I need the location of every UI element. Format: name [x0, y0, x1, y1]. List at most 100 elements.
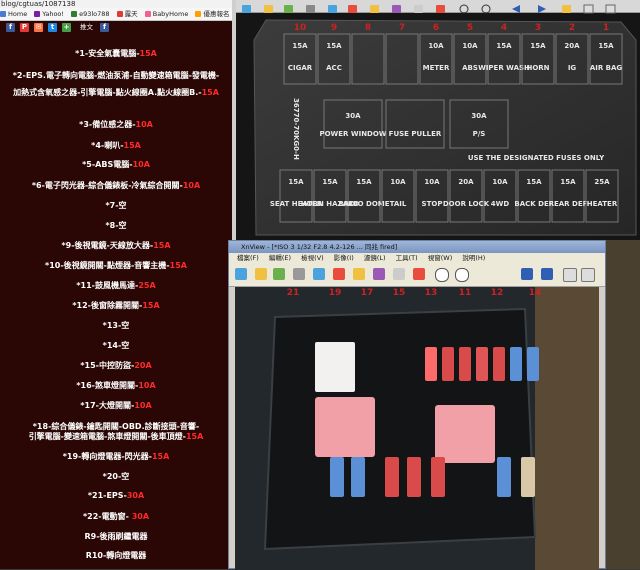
fuse-list-line: *14-空: [0, 340, 232, 351]
bookmark-promo[interactable]: 優惠報名: [195, 8, 229, 20]
zoom-icon[interactable]: [455, 268, 469, 282]
full-icon[interactable]: [393, 268, 405, 280]
fuse-desc: *16-煞車燈開關-: [76, 381, 139, 390]
save-file-icon[interactable]: [273, 268, 285, 280]
cover-slot-number: 8: [365, 23, 371, 33]
fuse-cover-photo: 15A CIGAR 15A ACC 10A METER 10A ABS 15A WIPER WAS…: [236, 0, 640, 240]
slideshow-icon[interactable]: [348, 5, 357, 13]
settings-icon[interactable]: [392, 5, 401, 13]
share-icon[interactable]: +: [62, 23, 71, 32]
next-icon[interactable]: [538, 5, 546, 13]
twitter-icon[interactable]: t: [48, 23, 57, 32]
top-fuse: [442, 347, 454, 381]
bookmark-e93[interactable]: e93lo788: [71, 8, 110, 20]
zoom-out-icon[interactable]: [481, 4, 491, 14]
fuse-list-line: *6-電子閃光器-綜合儀錶板-冷氣綜合開關-10A: [0, 180, 232, 191]
scan-icon[interactable]: [328, 5, 337, 13]
print-file-icon[interactable]: [293, 268, 305, 280]
cover-bottom-label: HEATER: [587, 200, 618, 208]
fuse-amp: 15A: [139, 49, 157, 58]
remove-icon[interactable]: [413, 268, 425, 280]
prev-icon[interactable]: [512, 5, 520, 13]
cover-slot-label: AIR BAG: [590, 64, 623, 72]
acquire-icon[interactable]: [313, 268, 325, 280]
folder-icon[interactable]: [242, 5, 251, 13]
layout-icon[interactable]: [581, 268, 595, 282]
cover-slot-number: 5: [467, 23, 473, 33]
fuse-desc: *12-後窗除霧開關-: [72, 301, 143, 310]
compare-icon[interactable]: [370, 5, 379, 13]
menu-image[interactable]: 影像(I): [334, 254, 354, 262]
fuse-amp: 10A: [138, 381, 156, 390]
fuse-desc: *13-空: [102, 321, 130, 330]
fuse-list-line: *3-備位感之器-10A: [0, 119, 232, 130]
fuse-desc: *8-空: [105, 221, 127, 230]
browse-icon[interactable]: [235, 268, 247, 280]
menu-tools[interactable]: 工具(T): [396, 254, 418, 262]
open-file-icon[interactable]: [255, 268, 267, 280]
cover-bottom-amp: 10A: [390, 178, 406, 186]
menu-edit[interactable]: 編輯(E): [269, 254, 291, 262]
back-icon[interactable]: [521, 268, 533, 280]
forward-icon[interactable]: [541, 268, 553, 280]
fullscreen-icon[interactable]: [414, 5, 423, 13]
bookmark-home[interactable]: Home: [0, 8, 27, 20]
fuse-desc: *2-EPS.電子轉向電腦-燃油泵浦-自動變速箱電腦-發電機-: [12, 71, 220, 80]
options-icon[interactable]: [373, 268, 385, 280]
fuse-desc: R9-後雨刷繼電器: [84, 532, 148, 541]
fuse-list-line: *19-轉向燈電器-閃光器-15A: [0, 451, 232, 462]
facebook-icon[interactable]: f: [6, 23, 15, 32]
delete-icon[interactable]: [436, 5, 445, 13]
cover-big-label: P/S: [473, 130, 486, 138]
mail-icon[interactable]: ✉: [34, 23, 43, 32]
cover-slot-label: CIGAR: [288, 64, 313, 72]
window-icon[interactable]: [605, 4, 616, 14]
menu-view[interactable]: 檢視(V): [301, 254, 324, 262]
info-icon[interactable]: [562, 5, 571, 13]
menu-help[interactable]: 說明(H): [462, 254, 485, 262]
view-icon[interactable]: [583, 4, 594, 14]
fuse-list-line: 加熱式含氧感之器-引擎電腦-點火線圈A.點火線圈B.-15A: [0, 87, 232, 98]
menu-window[interactable]: 視窗(W): [428, 254, 453, 262]
zoom-in-icon[interactable]: [459, 4, 469, 14]
menu-file[interactable]: 檔案(F): [237, 254, 259, 262]
fuse-list-line: *5-ABS電腦-10A: [0, 159, 232, 170]
cover-slot-amp: 15A: [292, 42, 308, 50]
open-icon[interactable]: [264, 5, 273, 13]
save-icon[interactable]: [284, 5, 293, 13]
batch-icon[interactable]: [353, 268, 365, 280]
fuse-amp: 10A: [182, 181, 201, 190]
magnify-icon[interactable]: [435, 268, 449, 282]
fuse-box-svg: 21 19 17 15 13 11 12 14: [235, 287, 599, 570]
bookmark-babyhome[interactable]: BabyHome: [144, 8, 188, 20]
fuse-list-line: *17-大燈開關-10A: [0, 400, 232, 411]
menu-filter[interactable]: 濾鏡(L): [364, 254, 386, 262]
fuse-desc: *6-電子閃光器-綜合儀錶板-冷氣綜合開關-: [31, 181, 183, 190]
bookmark-ruten[interactable]: 露天: [116, 8, 138, 20]
xnview-window: XnView - [*ISO 3 1/32 F2.8 4.2-126 ... 同…: [228, 240, 606, 570]
fuse-desc: *7-空: [105, 201, 127, 210]
share-label[interactable]: 推文: [80, 23, 93, 32]
thumb-icon[interactable]: [563, 268, 577, 282]
facebook-like-icon[interactable]: f: [100, 23, 109, 32]
bottom-fuse: [385, 457, 399, 497]
fuse-amp: 30A: [131, 512, 150, 521]
print-icon[interactable]: [306, 5, 315, 13]
cover-slot-number: 1: [603, 23, 609, 33]
background-strip: [606, 240, 640, 569]
fuse-desc: *5-ABS電腦-: [82, 160, 133, 169]
bottom-fuse: [521, 457, 535, 497]
fuse-list-line: *7-空: [0, 200, 232, 211]
top-fuse: [527, 347, 539, 381]
fuse-amp: 15A: [151, 452, 170, 461]
fuse-amp: 25A: [138, 281, 156, 290]
cover-slot-number: 7: [399, 23, 405, 33]
fuse-desc: *11-鼓風機馬達-: [76, 281, 139, 290]
fuse-list-line: *12-後窗除霧開關-15A: [0, 300, 232, 311]
fuse-list-line: *2-EPS.電子轉向電腦-燃油泵浦-自動變速箱電腦-發電機-: [0, 70, 232, 81]
bookmark-yahoo[interactable]: Yahoo!: [34, 8, 64, 20]
fuse-desc: *3-備位感之器-: [79, 120, 136, 129]
slideshow-button-icon[interactable]: [333, 268, 345, 280]
top-toolbar-icons: [242, 4, 616, 14]
plurk-icon[interactable]: P: [20, 23, 29, 32]
